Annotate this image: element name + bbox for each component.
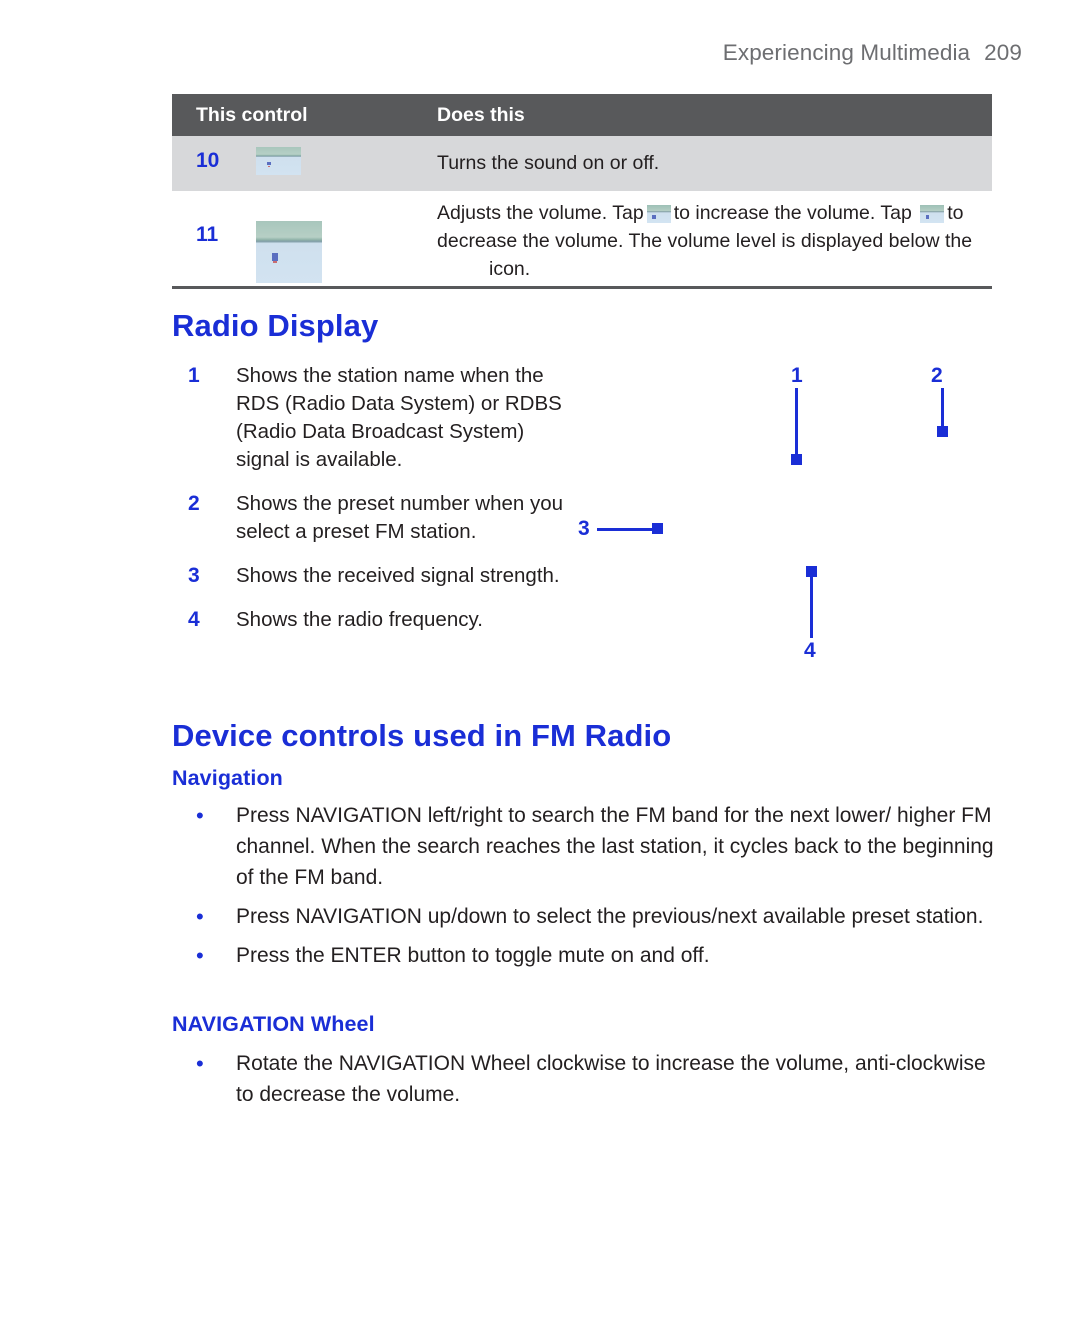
section-heading-radio-display: Radio Display	[172, 308, 379, 343]
callout-number-4: 4	[804, 639, 816, 662]
volume-up-icon	[646, 205, 671, 223]
subheading-navigation: Navigation	[172, 766, 283, 790]
bullet-text: Press NAVIGATION left/right to search th…	[236, 804, 994, 889]
radio-display-numbered-list: 1 Shows the station name when the RDS (R…	[188, 362, 568, 650]
table-header-row: This control Does this	[172, 94, 992, 136]
callout-endpoint-2	[937, 426, 948, 437]
description-text-part-1: Adjusts the volume. Tap	[437, 202, 644, 224]
control-cell: 10	[172, 136, 437, 191]
callout-number-3: 3	[578, 517, 590, 540]
list-item-number: 2	[188, 492, 200, 515]
bullet-dot-icon: •	[196, 943, 204, 968]
bullet-text: Press NAVIGATION up/down to select the p…	[236, 905, 984, 928]
list-item-number: 3	[188, 564, 200, 587]
callout-number-2: 2	[931, 364, 943, 387]
bullet-dot-icon: •	[196, 803, 204, 828]
list-item-text: Shows the preset number when you select …	[236, 492, 564, 543]
description-text-part-2: to increase the volume. Tap	[673, 202, 912, 224]
list-item: 1 Shows the station name when the RDS (R…	[188, 362, 568, 474]
list-item: 4 Shows the radio frequency.	[188, 606, 568, 634]
table-row: 11 Adjusts the volume. Tap to increase th…	[172, 191, 992, 284]
list-item: • Press the ENTER button to toggle mute …	[196, 940, 996, 971]
list-item-text: Shows the station name when the RDS (Rad…	[236, 364, 562, 471]
list-item: 2 Shows the preset number when you selec…	[188, 490, 568, 546]
list-item: • Press NAVIGATION left/right to search …	[196, 800, 996, 893]
list-item: • Press NAVIGATION up/down to select the…	[196, 901, 996, 932]
section-heading-device-controls: Device controls used in FM Radio	[172, 718, 672, 753]
table-row: 10 Turns the sound on or off.	[172, 136, 992, 191]
page-number: 209	[984, 40, 1022, 65]
bullet-dot-icon: •	[196, 904, 204, 929]
table-bottom-rule	[172, 286, 992, 289]
radio-display-figure-callouts: 1 2 3 4	[560, 350, 1020, 690]
list-item-number: 1	[188, 364, 200, 387]
callout-leader-line-4	[810, 576, 813, 638]
mute-button-screenshot-icon	[256, 147, 301, 175]
bullet-text: Press the ENTER button to toggle mute on…	[236, 944, 710, 967]
header-chapter-title: Experiencing Multimedia	[722, 40, 971, 65]
list-item-text: Shows the received signal strength.	[236, 564, 560, 587]
list-item: • Rotate the NAVIGATION Wheel clockwise …	[196, 1048, 996, 1110]
list-item-text: Shows the radio frequency.	[236, 608, 483, 631]
callout-endpoint-1	[791, 454, 802, 465]
callout-leader-line-3	[597, 528, 655, 531]
control-number: 11	[196, 223, 219, 246]
volume-down-icon	[920, 205, 945, 223]
column-header-this-control: This control	[196, 103, 308, 126]
navigation-bullet-list: • Press NAVIGATION left/right to search …	[196, 800, 996, 979]
volume-slider-screenshot-icon	[256, 221, 322, 283]
list-item-number: 4	[188, 608, 200, 631]
description-text-part-4: icon.	[489, 258, 531, 280]
callout-number-1: 1	[791, 364, 803, 387]
navigation-wheel-bullet-list: • Rotate the NAVIGATION Wheel clockwise …	[196, 1048, 996, 1118]
subheading-navigation-wheel: NAVIGATION Wheel	[172, 1012, 375, 1036]
description-cell: Turns the sound on or off.	[437, 152, 660, 174]
bullet-text: Rotate the NAVIGATION Wheel clockwise to…	[236, 1052, 986, 1106]
control-cell: 11	[172, 191, 437, 284]
callout-leader-line-1	[795, 388, 798, 456]
callout-leader-line-2	[941, 388, 944, 428]
control-number: 10	[196, 149, 220, 172]
description-cell: Adjusts the volume. Tap to increase the v…	[437, 191, 992, 284]
callout-endpoint-3	[652, 523, 663, 534]
page-running-header: Experiencing Multimedia 209	[723, 40, 1022, 66]
list-item: 3 Shows the received signal strength.	[188, 562, 568, 590]
control-description-table: This control Does this 10 Turns the soun…	[172, 94, 992, 284]
bullet-dot-icon: •	[196, 1051, 204, 1076]
column-header-does-this: Does this	[437, 103, 525, 126]
